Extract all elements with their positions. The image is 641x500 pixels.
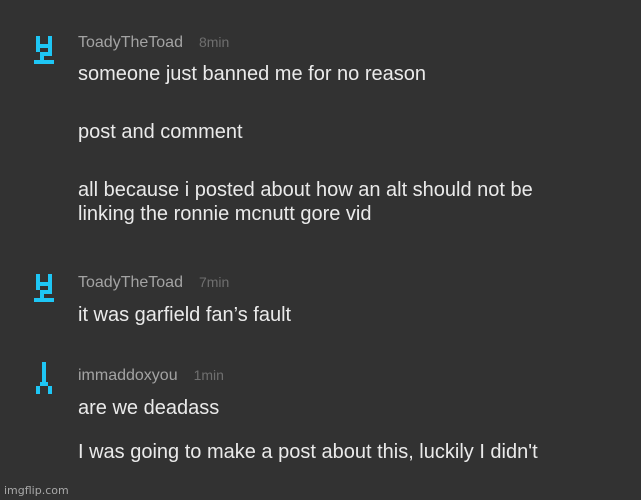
pixel-avatar-icon[interactable] xyxy=(30,272,56,304)
comment-header: immaddoxyou 1min xyxy=(78,367,224,385)
comment-body: are we deadass I was going to make a pos… xyxy=(78,396,633,464)
comment-header: ToadyTheToad 8min xyxy=(78,34,229,52)
comment-text: are we deadass xyxy=(78,397,220,419)
timestamp: 8min xyxy=(198,34,230,50)
comment-body: someone just banned me for no reason pos… xyxy=(78,62,633,226)
comment-text: all because i posted about how an alt sh… xyxy=(78,179,533,225)
timestamp: 7min xyxy=(198,274,230,290)
comment-text: post and comment xyxy=(78,121,243,143)
comment-text: I was going to make a post about this, l… xyxy=(78,441,538,463)
comment-body: it was garfield fan’s fault xyxy=(78,303,633,327)
timestamp: 1min xyxy=(193,367,224,383)
username-link[interactable]: ToadyTheToad xyxy=(78,274,183,292)
comment-text: someone just banned me for no reason xyxy=(78,63,426,85)
comment-text: it was garfield fan’s fault xyxy=(78,304,292,326)
comment-header: ToadyTheToad 7min xyxy=(78,274,229,292)
username-link[interactable]: immaddoxyou xyxy=(78,367,178,385)
username-link[interactable]: ToadyTheToad xyxy=(78,34,183,52)
pixel-avatar-icon[interactable] xyxy=(30,34,56,66)
imgflip-watermark: imgflip.com xyxy=(4,484,69,497)
pixel-avatar-icon[interactable] xyxy=(30,362,56,394)
